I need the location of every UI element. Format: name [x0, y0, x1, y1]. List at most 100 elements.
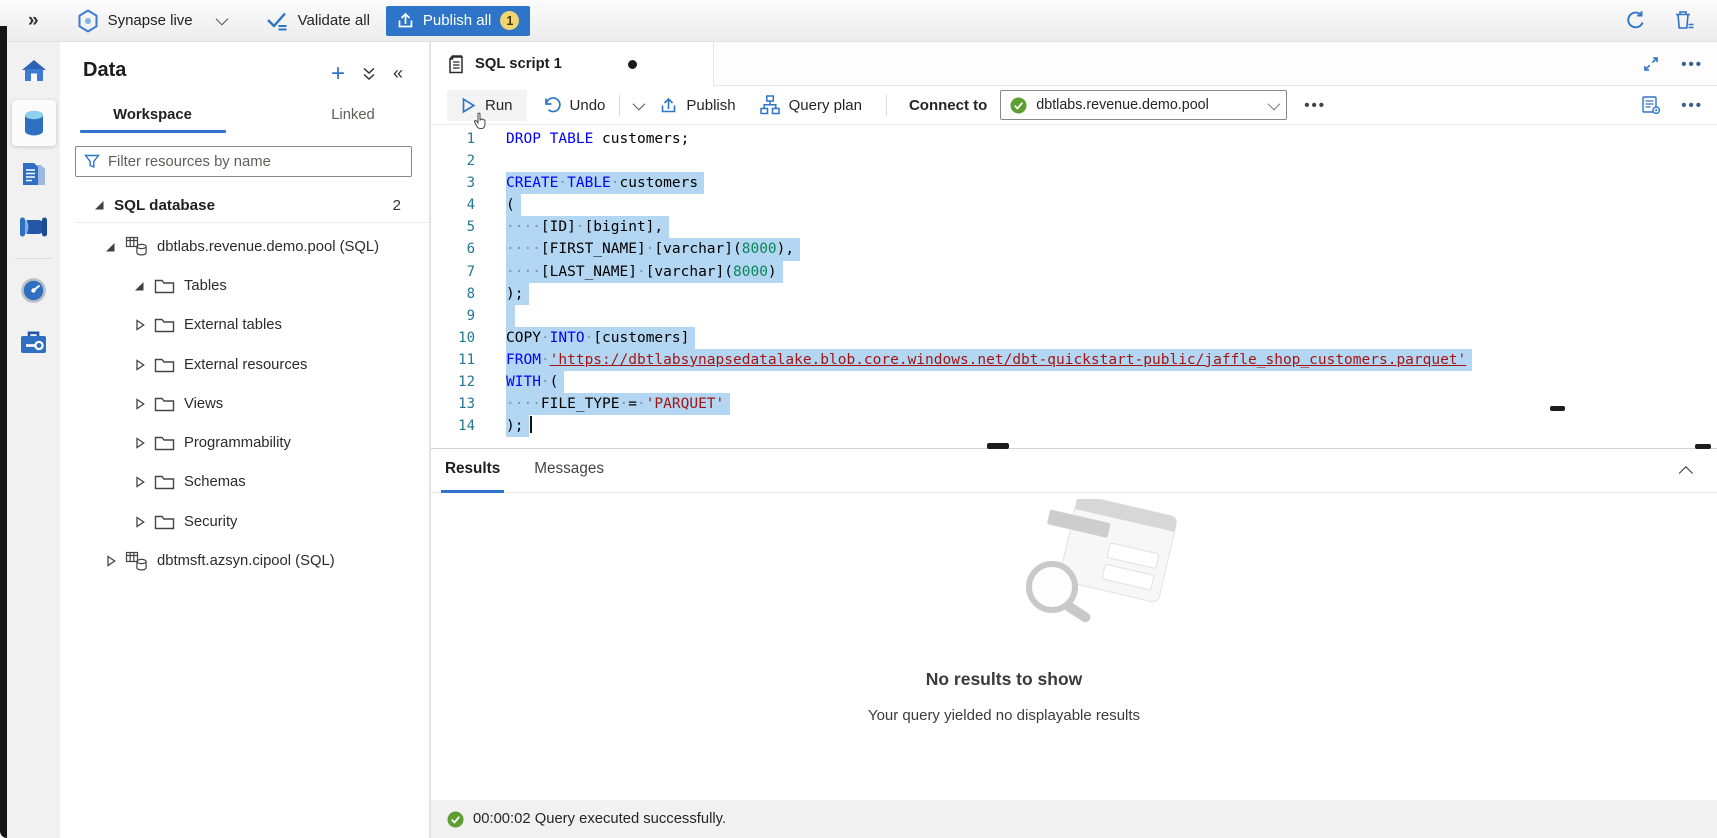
- success-check-icon: [447, 811, 464, 828]
- manage-icon: [19, 330, 48, 355]
- code-line-12[interactable]: 12WITH·(: [431, 371, 1717, 393]
- code-line-8[interactable]: 8);: [431, 283, 1717, 305]
- caret-collapsed-icon[interactable]: [133, 437, 146, 449]
- toolbar-overflow-icon[interactable]: •••: [1681, 97, 1703, 114]
- tree-item-schemas[interactable]: Schemas: [60, 463, 429, 502]
- code-line-4[interactable]: 4(: [431, 194, 1717, 216]
- expand-editor-icon[interactable]: [1643, 56, 1659, 72]
- empty-subtitle: Your query yielded no displayable result…: [431, 707, 1577, 724]
- tree-item-security[interactable]: Security: [60, 502, 429, 541]
- run-button[interactable]: Run: [447, 90, 527, 121]
- code-line-10[interactable]: 10COPY·INTO·[customers]: [431, 327, 1717, 349]
- tree-item-label: Schemas: [184, 474, 246, 490]
- line-number: 3: [431, 172, 475, 194]
- tree-item-external-resources[interactable]: External resources: [60, 345, 429, 384]
- run-options-chevron-icon[interactable]: [633, 97, 646, 110]
- tree-item-dbtmsft-azsyn-cipool-sql[interactable]: dbtmsft.azsyn.cipool (SQL): [60, 541, 429, 580]
- tree-item-external-tables[interactable]: External tables: [60, 306, 429, 345]
- publish-all-button[interactable]: Publish all 1: [386, 6, 530, 36]
- toolbar-more-icon[interactable]: •••: [1304, 97, 1326, 114]
- tab-more-icon[interactable]: •••: [1681, 56, 1703, 73]
- caret-collapsed-icon[interactable]: [133, 516, 146, 528]
- rail-item-develop[interactable]: [12, 152, 56, 198]
- collapse-all-icon[interactable]: [362, 66, 376, 81]
- code-line-7[interactable]: 7····[LAST_NAME]·[varchar](8000): [431, 261, 1717, 283]
- line-number: 4: [431, 194, 475, 216]
- tree-item-label: dbtlabs.revenue.demo.pool (SQL): [157, 239, 379, 255]
- line-number: 11: [431, 349, 475, 371]
- code-line-13[interactable]: 13····FILE_TYPE·=·'PARQUET': [431, 393, 1717, 415]
- tree-divider: [75, 222, 429, 223]
- tree-item-tables[interactable]: Tables: [60, 266, 429, 305]
- folder-icon: [154, 278, 175, 294]
- caret-collapsed-icon[interactable]: [104, 555, 117, 567]
- editor-scroll-mark[interactable]: [1550, 406, 1565, 411]
- caret-collapsed-icon[interactable]: [133, 398, 146, 410]
- expand-menu-icon[interactable]: »: [28, 10, 39, 32]
- refresh-icon[interactable]: [1624, 9, 1647, 32]
- code-line-3[interactable]: 3CREATE·TABLE·customers: [431, 172, 1717, 194]
- undo-button[interactable]: Undo: [542, 96, 606, 114]
- tree-root-label: SQL database: [114, 197, 215, 214]
- code-line-2[interactable]: 2: [431, 150, 1717, 172]
- query-plan-button[interactable]: Query plan: [760, 95, 862, 115]
- rail-item-integrate[interactable]: [12, 204, 56, 250]
- splitter-handle[interactable]: [987, 443, 1009, 449]
- tree-item-label: dbtmsft.azsyn.cipool (SQL): [157, 553, 335, 569]
- synapse-logo-icon: [77, 9, 99, 33]
- caret-expanded-icon[interactable]: [133, 280, 146, 292]
- mode-selector[interactable]: Synapse live: [77, 9, 225, 33]
- tab-linked[interactable]: Linked: [278, 98, 428, 136]
- pool-icon: [125, 236, 148, 257]
- code-line-5[interactable]: 5····[ID]·[bigint],: [431, 216, 1717, 238]
- tree-item-programmability[interactable]: Programmability: [60, 423, 429, 462]
- tab-results[interactable]: Results: [441, 449, 504, 493]
- rail-item-manage[interactable]: [12, 319, 56, 365]
- line-number: 9: [431, 305, 475, 327]
- rail-item-monitor[interactable]: [12, 267, 56, 313]
- caret-collapsed-icon[interactable]: [133, 359, 146, 371]
- upload-icon: [397, 12, 414, 29]
- resource-tree: SQL database 2 dbtlabs.revenue.demo.pool…: [60, 188, 429, 581]
- code-line-11[interactable]: 11FROM·'https://dbtlabsynapsedatalake.bl…: [431, 349, 1717, 371]
- tree-item-dbtlabs-revenue-demo-pool-sql[interactable]: dbtlabs.revenue.demo.pool (SQL): [60, 227, 429, 266]
- tree-root-sql-database[interactable]: SQL database 2: [60, 188, 429, 222]
- caret-expanded-icon[interactable]: [93, 199, 106, 211]
- collapse-results-chevron-icon[interactable]: [1679, 466, 1693, 480]
- line-number: 14: [431, 415, 475, 437]
- publish-button[interactable]: Publish: [660, 97, 735, 114]
- sql-code-editor[interactable]: 1DROP TABLE customers;23CREATE·TABLE·cus…: [431, 125, 1717, 448]
- tab-workspace[interactable]: Workspace: [60, 98, 245, 136]
- validate-label: Validate all: [298, 12, 370, 29]
- result-settings-icon[interactable]: [1641, 95, 1661, 115]
- code-line-6[interactable]: 6····[FIRST_NAME]·[varchar](8000),: [431, 238, 1717, 260]
- editor-toolbar: Run Undo Publish Query plan Connect to: [431, 86, 1717, 125]
- nav-rail: [7, 42, 60, 838]
- caret-collapsed-icon[interactable]: [133, 476, 146, 488]
- code-line-1[interactable]: 1DROP TABLE customers;: [431, 128, 1717, 150]
- rail-divider: [15, 258, 52, 259]
- caret-expanded-icon[interactable]: [104, 241, 117, 253]
- code-line-14[interactable]: 14);: [431, 415, 1717, 437]
- rail-item-home[interactable]: [12, 48, 56, 94]
- collapse-panel-icon[interactable]: «: [393, 63, 403, 84]
- filter-resources-input[interactable]: [108, 154, 403, 170]
- code-line-9[interactable]: 9: [431, 305, 1717, 327]
- query-plan-icon: [760, 95, 780, 115]
- tree-item-label: Security: [184, 514, 237, 530]
- validate-all-button[interactable]: Validate all: [265, 10, 370, 31]
- editor-tabstrip: SQL script 1 •••: [431, 42, 1717, 86]
- tab-messages[interactable]: Messages: [530, 449, 608, 493]
- tab-sql-script-1[interactable]: SQL script 1: [431, 42, 714, 86]
- line-number: 12: [431, 371, 475, 393]
- chevron-down-icon: [215, 13, 228, 26]
- rail-item-data[interactable]: [12, 100, 56, 146]
- caret-collapsed-icon[interactable]: [133, 319, 146, 331]
- add-resource-icon[interactable]: +: [331, 64, 345, 84]
- query-status-bar: 00:00:02 Query executed successfully.: [431, 800, 1717, 838]
- results-scroll-mark[interactable]: [1695, 444, 1711, 449]
- filter-box: [75, 146, 412, 177]
- connect-to-dropdown[interactable]: dbtlabs.revenue.demo.pool: [1000, 90, 1287, 120]
- tree-item-views[interactable]: Views: [60, 384, 429, 423]
- discard-trash-icon[interactable]: [1673, 9, 1695, 32]
